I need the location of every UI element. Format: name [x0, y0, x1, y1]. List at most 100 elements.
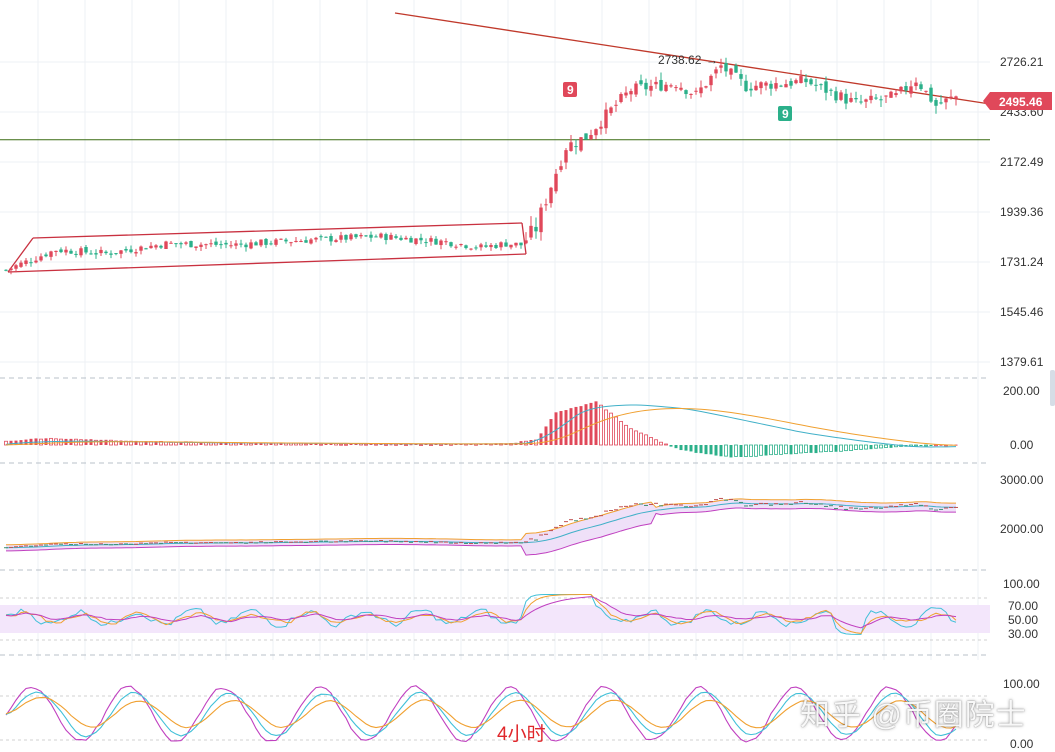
candlestick-chart[interactable]: 2726.21 2433.60 2172.49 1939.36 1731.24 … [0, 0, 1055, 752]
y-axis: 2726.21 2433.60 2172.49 1939.36 1731.24 … [1000, 55, 1044, 751]
macd-histogram-bar [449, 443, 453, 446]
macd-histogram-bar [794, 444, 798, 455]
candle-body [519, 242, 523, 246]
macd-histogram-bar [439, 444, 443, 446]
macd-histogram-bar [934, 444, 938, 447]
candle-body [329, 236, 333, 242]
candle-body [39, 256, 43, 261]
candle-body [464, 245, 468, 249]
candle-body [344, 234, 348, 240]
macd-histogram-bar [919, 445, 923, 447]
rsi-tick-label: 30.00 [1008, 627, 1038, 641]
macd-histogram-bar [769, 444, 773, 456]
candle-body [99, 249, 103, 254]
interval-label: 4小时 [497, 724, 546, 745]
macd-histogram-bar [664, 443, 668, 446]
candle-body [684, 90, 688, 95]
macd-tick-label: 0.00 [1010, 438, 1034, 452]
macd-histogram-bar [804, 444, 808, 453]
candle-body [634, 83, 638, 95]
candle-body [209, 243, 213, 245]
candle-body [374, 236, 378, 238]
macd-histogram-bar [719, 445, 723, 457]
macd-histogram-bar [854, 444, 858, 450]
candle-body [534, 226, 538, 232]
candle-body [139, 246, 143, 251]
candle-body [839, 92, 843, 100]
macd-histogram-bar [824, 444, 828, 452]
candle-body [624, 92, 628, 96]
candle-body [759, 82, 763, 89]
macd-histogram-bar [774, 444, 778, 455]
candle-body [574, 146, 578, 148]
macd-histogram-bar [814, 445, 818, 454]
candle-body [234, 243, 238, 246]
macd-histogram-bar [309, 443, 313, 445]
macd-histogram-bar [859, 444, 863, 450]
candle-body [239, 243, 243, 245]
macd-panel[interactable] [4, 401, 958, 458]
macd-histogram-bar [169, 442, 173, 446]
candle-body [619, 94, 623, 103]
candle-body [804, 78, 808, 83]
macd-histogram-bar [559, 411, 563, 445]
candle-body [214, 241, 218, 245]
macd-histogram-bar [889, 445, 893, 448]
last-price-tag[interactable]: 2495.46 [983, 92, 1052, 110]
macd-histogram-bar [729, 445, 733, 458]
candle-body [944, 98, 948, 103]
candle-body [664, 84, 668, 92]
candle-body [59, 249, 63, 253]
candle-body [259, 239, 263, 246]
candle-body [84, 246, 88, 253]
candle-body [499, 242, 503, 248]
macd-histogram-bar [884, 444, 888, 448]
candle-body [249, 242, 253, 249]
price-panel[interactable] [0, 12, 991, 275]
candle-body [809, 79, 813, 85]
candle-body [709, 75, 713, 86]
macd-histogram-bar [879, 444, 883, 449]
macd-histogram-bar [714, 445, 718, 456]
candle-body [414, 238, 418, 245]
candle-body [34, 260, 38, 263]
macd-histogram-bar [629, 428, 633, 446]
candle-body [934, 100, 938, 106]
candle-body [124, 248, 128, 251]
candle-body [419, 237, 423, 241]
candle-body [954, 96, 958, 99]
candle-body [699, 87, 703, 94]
channel-right-edge [521, 222, 527, 255]
macd-histogram-bar [604, 409, 608, 446]
candle-body [589, 135, 593, 140]
macd-histogram-bar [429, 444, 433, 446]
panel-resize-handle[interactable] [1050, 370, 1055, 406]
macd-histogram-bar [679, 445, 683, 451]
macd-histogram-bar [574, 406, 578, 445]
candle-body [159, 245, 163, 248]
candle-body [714, 69, 718, 74]
macd-histogram-bar [404, 444, 408, 446]
candle-body [174, 243, 178, 245]
candle-body [134, 252, 138, 254]
macd-histogram-bar [689, 445, 693, 452]
candle-body [404, 237, 408, 240]
candle-body [469, 248, 473, 250]
candle-body [379, 233, 383, 238]
rsi-panel[interactable] [0, 594, 990, 635]
high-arrow: → [706, 53, 718, 67]
candle-body [454, 246, 458, 248]
macd-histogram-bar [799, 444, 803, 454]
macd-histogram-bar [764, 445, 768, 456]
candle-body [309, 239, 313, 244]
price-tick-label: 1545.46 [1000, 305, 1044, 319]
candle-body [79, 248, 83, 256]
macd-histogram-bar [564, 410, 568, 445]
boll-tick-label: 2000.00 [1000, 522, 1044, 536]
candle-body [604, 109, 608, 129]
bollinger-panel[interactable] [4, 497, 958, 556]
macd-histogram-bar [869, 445, 873, 450]
candle-body [294, 240, 298, 242]
candle-body [614, 104, 618, 106]
macd-histogram-bar [249, 443, 253, 446]
